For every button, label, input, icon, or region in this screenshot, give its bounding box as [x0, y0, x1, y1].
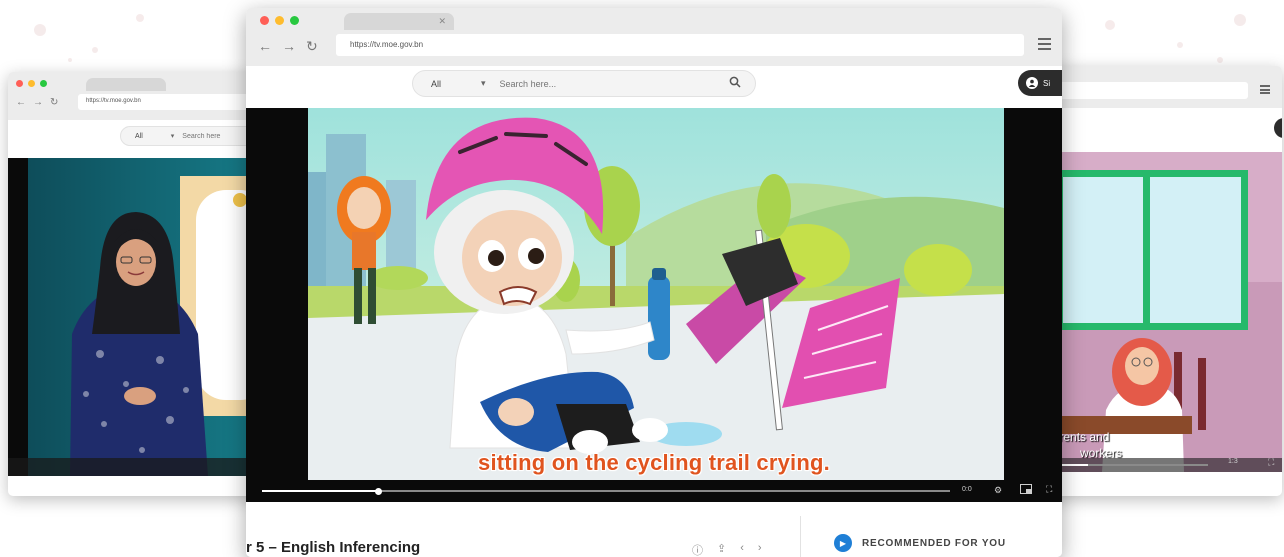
browser-tab[interactable]: ✕ — [344, 13, 454, 30]
video-progress-bar[interactable] — [1048, 464, 1208, 466]
address-url: https://tv.moe.gov.bn — [86, 98, 141, 104]
account-label: Si — [1043, 78, 1051, 88]
left-video-player[interactable] — [8, 158, 270, 476]
minimize-window-icon[interactable] — [28, 80, 35, 87]
maximize-window-icon[interactable] — [290, 16, 299, 25]
picture-in-picture-icon[interactable] — [1020, 484, 1032, 496]
fullscreen-icon[interactable]: ⛶ — [1268, 457, 1274, 468]
account-button[interactable]: Si — [1018, 70, 1062, 96]
page-nav: ⓘ ⇪ ‹ › — [692, 542, 762, 557]
chevron-down-icon[interactable]: ▾ — [481, 78, 486, 89]
previous-icon[interactable]: ‹ — [740, 542, 744, 557]
center-browser-window: ✕ ← → ↻ https://tv.moe.gov.bn All ▾ Si — [246, 8, 1062, 557]
search-icon[interactable] — [729, 76, 741, 90]
reload-icon[interactable]: ↻ — [306, 38, 318, 55]
close-window-icon[interactable] — [260, 16, 269, 25]
fullscreen-icon[interactable]: ⛶ — [1046, 484, 1052, 495]
cartoon-classroom-frame — [1042, 152, 1282, 472]
share-icon[interactable]: ⇪ — [717, 542, 726, 557]
settings-icon[interactable]: ⚙ — [994, 485, 1002, 496]
video-caption: sitting on the cycling trail crying. — [478, 450, 830, 475]
right-titlebar — [1042, 66, 1282, 108]
below-video-area: r 5 – English Inferencing ⓘ ⇪ ‹ › ▶ RECO… — [246, 502, 1062, 557]
next-icon[interactable]: › — [758, 542, 762, 557]
teacher-video-frame — [8, 158, 270, 476]
video-progress-fill — [262, 490, 379, 492]
right-account-button[interactable] — [1274, 118, 1282, 138]
page-title: r 5 – English Inferencing — [246, 539, 421, 556]
back-arrow-icon[interactable]: ← — [16, 97, 26, 108]
left-titlebar: ← → ↻ https://tv.moe.gov.bn — [8, 72, 270, 120]
search-filter-select[interactable]: All — [431, 79, 441, 89]
hamburger-menu-icon[interactable] — [1260, 85, 1270, 94]
play-circle-icon: ▶ — [834, 534, 852, 552]
search-input[interactable] — [499, 78, 680, 89]
address-bar[interactable] — [1052, 82, 1248, 99]
video-progress-handle[interactable] — [375, 487, 383, 495]
cartoon-video-frame — [246, 108, 1062, 502]
forward-arrow-icon[interactable]: → — [33, 97, 43, 108]
reload-icon[interactable]: ↻ — [50, 97, 58, 108]
center-titlebar: ✕ ← → ↻ https://tv.moe.gov.bn — [246, 8, 1062, 66]
forward-arrow-icon[interactable]: → — [282, 38, 296, 54]
hamburger-menu-icon[interactable] — [1038, 38, 1051, 50]
video-progress-bar[interactable] — [262, 487, 950, 495]
recommended-section-header: ▶ RECOMMENDED FOR YOU — [834, 534, 1006, 552]
close-tab-icon[interactable]: ✕ — [438, 17, 446, 26]
video-time: 0:0 — [962, 486, 972, 493]
close-window-icon[interactable] — [16, 80, 23, 87]
minimize-window-icon[interactable] — [275, 16, 284, 25]
address-url: https://tv.moe.gov.bn — [350, 40, 424, 49]
recommended-label: RECOMMENDED FOR YOU — [862, 537, 1006, 549]
chevron-down-icon[interactable]: ▾ — [171, 132, 175, 140]
search-input[interactable] — [182, 132, 253, 140]
address-bar[interactable]: https://tv.moe.gov.bn — [336, 34, 1024, 56]
search-filter-select[interactable]: All — [135, 133, 143, 140]
right-browser-window: parents and workers 1:3 ⛶ — [1042, 66, 1282, 496]
content-divider — [800, 516, 801, 557]
info-icon[interactable]: ⓘ — [692, 542, 703, 557]
left-browser-window: ← → ↻ https://tv.moe.gov.bn All ▾ — [8, 72, 270, 496]
user-icon — [1026, 77, 1038, 89]
maximize-window-icon[interactable] — [40, 80, 47, 87]
site-search-bar[interactable]: All ▾ — [412, 70, 756, 97]
video-time: 1:3 — [1228, 458, 1238, 465]
browser-tab[interactable] — [86, 78, 166, 91]
back-arrow-icon[interactable]: ← — [258, 38, 272, 54]
right-video-player[interactable]: parents and workers 1:3 ⛶ — [1042, 152, 1282, 472]
video-caption-line-2: workers — [1080, 446, 1123, 460]
address-bar[interactable]: https://tv.moe.gov.bn — [78, 94, 268, 110]
main-video-player[interactable]: sitting on the cycling trail crying. 0:0… — [246, 108, 1062, 502]
